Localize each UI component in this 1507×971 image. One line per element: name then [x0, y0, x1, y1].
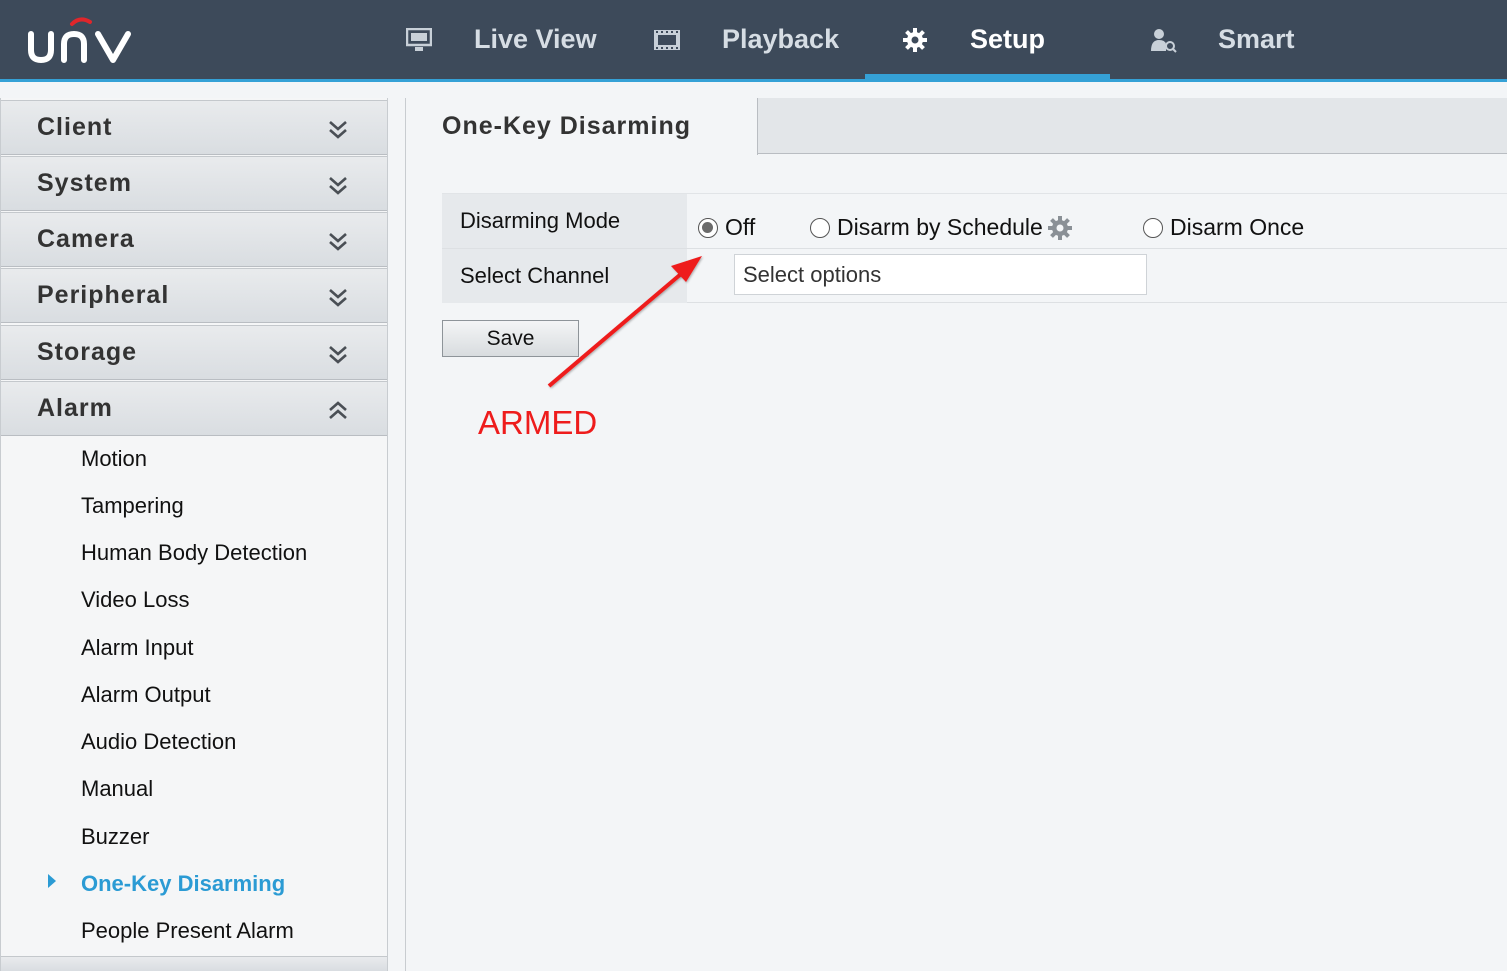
- sidebar-section-label: Peripheral: [37, 281, 170, 309]
- person-search-icon: [1148, 25, 1178, 55]
- chevron-down-icon: [329, 289, 347, 307]
- sidebar-section-client[interactable]: Client: [1, 100, 387, 155]
- sidebar-item-tampering[interactable]: Tampering: [81, 493, 184, 519]
- nav-live-view[interactable]: Live View: [404, 0, 597, 79]
- radio-disarm-by-schedule-label: Disarm by Schedule: [837, 214, 1043, 240]
- radio-disarm-by-schedule-indicator[interactable]: [810, 217, 830, 238]
- radio-disarm-once-label: Disarm Once: [1170, 214, 1305, 240]
- sidebar-item-manual[interactable]: Manual: [81, 776, 153, 802]
- sidebar-item-alarm-input[interactable]: Alarm Input: [81, 635, 194, 661]
- armed-annotation: ARMED: [478, 404, 598, 441]
- radio-off-label: Off: [725, 214, 756, 240]
- sidebar-item-alarm-output[interactable]: Alarm Output: [81, 682, 211, 708]
- top-bar: Live View Playback Setup Smart: [0, 0, 1507, 82]
- chevron-up-icon: [329, 401, 347, 419]
- active-item-arrow-icon: [48, 874, 56, 888]
- settings-form: Disarming Mode Select Channel Off Disarm…: [442, 193, 1507, 303]
- sidebar-item-audio-detection[interactable]: Audio Detection: [81, 729, 236, 755]
- chevron-down-icon: [329, 346, 347, 364]
- radio-disarm-once[interactable]: Disarm Once: [1143, 214, 1304, 241]
- sidebar-section-label: Alarm: [37, 394, 113, 422]
- radio-disarm-once-indicator[interactable]: [1143, 217, 1163, 238]
- channel-select-placeholder: Select options: [743, 261, 882, 287]
- nav-smart-label: Smart: [1218, 24, 1295, 54]
- sidebar-item-buzzer[interactable]: Buzzer: [81, 824, 149, 850]
- sidebar: Client System Camera Peripheral Storage …: [0, 98, 388, 971]
- radio-off[interactable]: Off: [698, 214, 755, 241]
- chevron-down-icon: [329, 121, 347, 139]
- nav-playback-label: Playback: [722, 24, 840, 54]
- sidebar-section-label: Client: [37, 113, 113, 141]
- sidebar-section-peripheral[interactable]: Peripheral: [1, 268, 387, 323]
- tab-strip: One-Key Disarming: [406, 98, 1507, 155]
- sidebar-item-people-present-alarm[interactable]: People Present Alarm: [81, 918, 294, 944]
- disarming-mode-label: Disarming Mode: [442, 194, 687, 248]
- sidebar-item-motion[interactable]: Motion: [81, 446, 147, 472]
- radio-off-indicator[interactable]: [698, 217, 718, 238]
- chevron-down-icon: [329, 233, 347, 251]
- sidebar-section-label: Camera: [37, 225, 135, 253]
- chevron-down-icon: [329, 177, 347, 195]
- sidebar-section-alarm[interactable]: Alarm: [1, 381, 387, 436]
- sidebar-item-video-loss[interactable]: Video Loss: [81, 587, 189, 613]
- sidebar-section-storage[interactable]: Storage: [1, 325, 387, 380]
- tab-label: One-Key Disarming: [442, 112, 692, 140]
- schedule-gear-icon[interactable]: [1047, 215, 1073, 241]
- nav-setup[interactable]: Setup: [900, 0, 1045, 79]
- monitor-icon: [404, 25, 434, 55]
- active-tab-indicator: [865, 74, 1110, 79]
- film-icon: [652, 25, 682, 55]
- select-channel-label: Select Channel: [442, 249, 687, 303]
- nav-live-view-label: Live View: [474, 24, 597, 54]
- main-content: One-Key Disarming Disarming Mode Select …: [405, 98, 1507, 971]
- sidebar-section-label: System: [37, 169, 132, 197]
- channel-select[interactable]: Select options: [734, 254, 1147, 295]
- sidebar-section-label: Storage: [37, 338, 138, 366]
- sidebar-item-human-body-detection[interactable]: Human Body Detection: [81, 540, 307, 566]
- unv-logo: [28, 17, 131, 64]
- nav-playback[interactable]: Playback: [652, 0, 839, 79]
- sidebar-item-one-key-disarming[interactable]: One-Key Disarming: [81, 871, 285, 897]
- save-button[interactable]: Save: [442, 320, 579, 357]
- tab-one-key-disarming[interactable]: One-Key Disarming: [406, 98, 758, 155]
- nav-setup-label: Setup: [970, 24, 1046, 54]
- sidebar-next-section: [1, 956, 387, 971]
- sidebar-section-system[interactable]: System: [1, 156, 387, 211]
- nav-smart[interactable]: Smart: [1148, 0, 1295, 79]
- gear-icon: [900, 25, 930, 55]
- sidebar-section-camera[interactable]: Camera: [1, 212, 387, 267]
- radio-disarm-by-schedule[interactable]: Disarm by Schedule: [810, 214, 1073, 241]
